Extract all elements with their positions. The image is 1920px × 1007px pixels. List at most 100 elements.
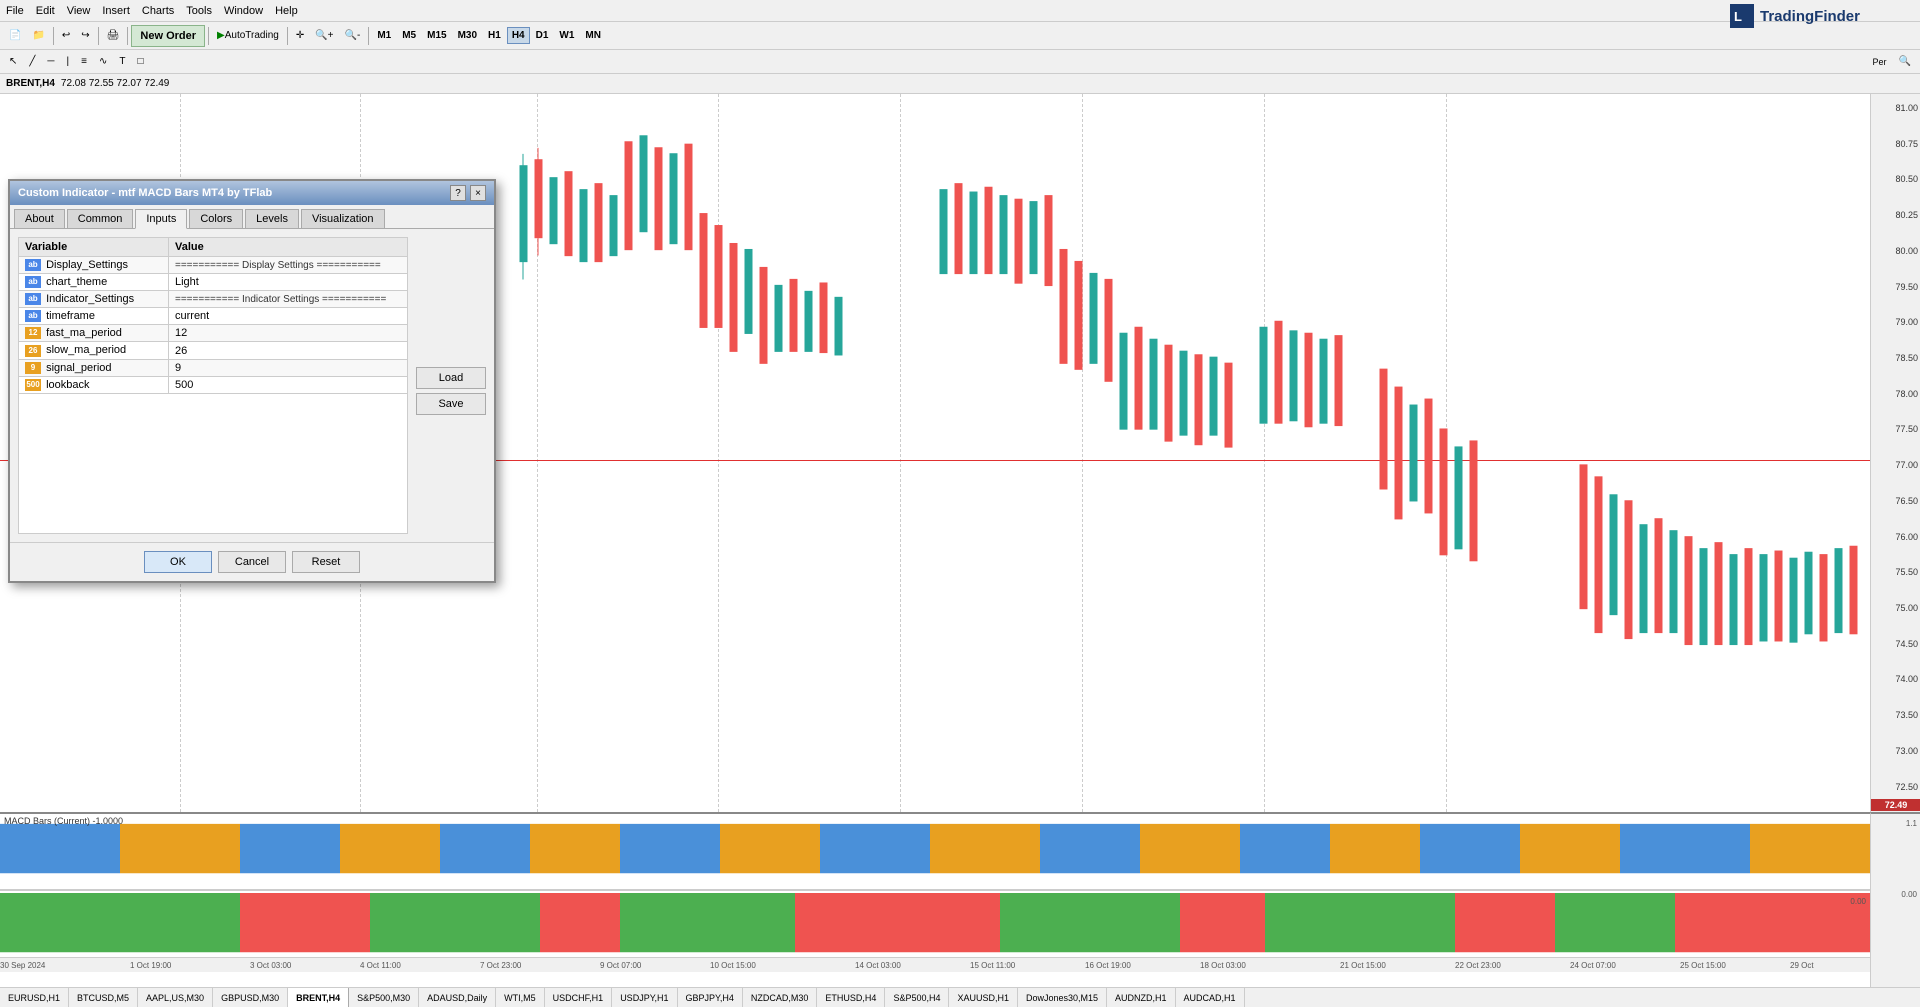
tab-sp500-m30[interactable]: S&P500,M30 <box>349 988 419 1007</box>
menu-window[interactable]: Window <box>224 5 263 17</box>
tab-eurusd[interactable]: EURUSD,H1 <box>0 988 69 1007</box>
var-fast-ma: 12 fast_ma_period <box>19 325 169 342</box>
tab-usdjpy[interactable]: USDJPY,H1 <box>612 988 677 1007</box>
tab-audnzd[interactable]: AUDNZD,H1 <box>1107 988 1176 1007</box>
tf-w1[interactable]: W1 <box>554 27 579 44</box>
var-signal: 9 signal_period <box>19 359 169 376</box>
macd-axis: 1.1 0.00 <box>1870 812 1920 972</box>
symbol-prices: 72.08 72.55 72.07 72.49 <box>61 78 169 89</box>
price-7650: 76.50 <box>1895 496 1918 506</box>
table-row[interactable]: 26 slow_ma_period 26 <box>19 342 408 359</box>
dialog-help-btn[interactable]: ? <box>450 185 466 201</box>
zoom-ctrl[interactable]: 🔍 <box>1894 51 1916 73</box>
tf-m15[interactable]: M15 <box>422 27 451 44</box>
val-signal[interactable]: 9 <box>169 359 408 376</box>
table-row[interactable]: ab timeframe current <box>19 308 408 325</box>
dialog-content: Variable Value ab Display_Settings =====… <box>10 229 494 542</box>
tab-btcusd[interactable]: BTCUSD,M5 <box>69 988 138 1007</box>
tab-wti[interactable]: WTI,M5 <box>496 988 545 1007</box>
load-button[interactable]: Load <box>416 367 486 389</box>
tab-audcad[interactable]: AUDCAD,H1 <box>1176 988 1245 1007</box>
table-row[interactable]: ab Indicator_Settings =========== Indica… <box>19 291 408 308</box>
zoom-out-btn[interactable]: 🔍- <box>340 25 366 47</box>
tab-sp500-h4[interactable]: S&P500,H4 <box>885 988 949 1007</box>
tab-common[interactable]: Common <box>67 209 134 228</box>
tab-ethusd[interactable]: ETHUSD,H4 <box>817 988 885 1007</box>
zoom-in-btn[interactable]: 🔍+ <box>310 25 338 47</box>
menu-help[interactable]: Help <box>275 5 298 17</box>
macd-zero-label: 0.00 <box>1820 897 1870 906</box>
text-tool[interactable]: T <box>114 51 130 73</box>
print-btn[interactable]: 🖨 <box>102 25 125 47</box>
tab-usdchf[interactable]: USDCHF,H1 <box>545 988 613 1007</box>
tf-m30[interactable]: M30 <box>453 27 482 44</box>
channel-tool[interactable]: ≡ <box>76 51 92 73</box>
menu-file[interactable]: File <box>6 5 24 17</box>
period-separator[interactable]: Per <box>1868 51 1892 73</box>
val-fast-ma[interactable]: 12 <box>169 325 408 342</box>
table-row[interactable]: ab chart_theme Light <box>19 274 408 291</box>
menu-charts[interactable]: Charts <box>142 5 174 17</box>
tf-m5[interactable]: M5 <box>397 27 421 44</box>
tab-nzdcad[interactable]: NZDCAD,M30 <box>743 988 818 1007</box>
reset-button[interactable]: Reset <box>292 551 360 573</box>
date-bar: 30 Sep 2024 1 Oct 19:00 3 Oct 03:00 4 Oc… <box>0 957 1870 972</box>
tab-gbpusd[interactable]: GBPUSD,M30 <box>213 988 288 1007</box>
arrow-tool[interactable]: ↖ <box>4 51 22 73</box>
fib-tool[interactable]: ∿ <box>94 51 112 73</box>
val-chart-theme[interactable]: Light <box>169 274 408 291</box>
val-lookback[interactable]: 500 <box>169 376 408 393</box>
price-7950: 79.50 <box>1895 282 1918 292</box>
redo-btn[interactable]: ↪ <box>76 25 94 47</box>
price-7800: 78.00 <box>1895 389 1918 399</box>
val-display-settings[interactable]: =========== Display Settings =========== <box>169 257 408 274</box>
save-button[interactable]: Save <box>416 393 486 415</box>
table-row[interactable]: 9 signal_period 9 <box>19 359 408 376</box>
tab-colors[interactable]: Colors <box>189 209 243 228</box>
val-timeframe[interactable]: current <box>169 308 408 325</box>
new-order-button[interactable]: New Order <box>131 25 205 47</box>
vline-tool[interactable]: | <box>62 51 75 73</box>
new-chart-btn[interactable]: 📄 <box>4 25 26 47</box>
tab-about[interactable]: About <box>14 209 65 228</box>
undo-btn[interactable]: ↩ <box>57 25 75 47</box>
date-13: 24 Oct 07:00 <box>1570 961 1616 970</box>
tab-adausd[interactable]: ADAUSD,Daily <box>419 988 496 1007</box>
menu-edit[interactable]: Edit <box>36 5 55 17</box>
ok-button[interactable]: OK <box>144 551 212 573</box>
tab-visualization[interactable]: Visualization <box>301 209 385 228</box>
val-indicator-settings[interactable]: =========== Indicator Settings =========… <box>169 291 408 308</box>
open-btn[interactable]: 📁 <box>27 25 49 47</box>
menu-insert[interactable]: Insert <box>102 5 130 17</box>
tab-aapl[interactable]: AAPL,US,M30 <box>138 988 213 1007</box>
table-row[interactable]: 12 fast_ma_period 12 <box>19 325 408 342</box>
val-slow-ma[interactable]: 26 <box>169 342 408 359</box>
var-indicator-settings: ab Indicator_Settings <box>19 291 169 308</box>
tab-dowjones[interactable]: DowJones30,M15 <box>1018 988 1107 1007</box>
table-row[interactable]: ab Display_Settings =========== Display … <box>19 257 408 274</box>
menu-tools[interactable]: Tools <box>186 5 212 17</box>
date-14: 25 Oct 15:00 <box>1680 961 1726 970</box>
tf-d1[interactable]: D1 <box>531 27 554 44</box>
dialog-close-btn[interactable]: × <box>470 185 486 201</box>
table-row[interactable]: 500 lookback 500 <box>19 376 408 393</box>
tf-h4[interactable]: H4 <box>507 27 530 44</box>
tab-inputs[interactable]: Inputs <box>135 209 187 229</box>
menu-bar: File Edit View Insert Charts Tools Windo… <box>0 0 1920 22</box>
cancel-button[interactable]: Cancel <box>218 551 286 573</box>
menu-view[interactable]: View <box>67 5 91 17</box>
tab-xauusd[interactable]: XAUUSD,H1 <box>949 988 1018 1007</box>
tf-mn[interactable]: MN <box>580 27 606 44</box>
hline-tool[interactable]: ─ <box>42 51 59 73</box>
tf-h1[interactable]: H1 <box>483 27 506 44</box>
autotrading-btn[interactable]: ▶ AutoTrading <box>212 25 284 47</box>
line-tool[interactable]: ╱ <box>24 51 40 73</box>
crosshair-btn[interactable]: ✛ <box>291 25 309 47</box>
type-icon-num: 9 <box>25 362 41 374</box>
tab-levels[interactable]: Levels <box>245 209 299 228</box>
tab-brent[interactable]: BRENT,H4 <box>288 988 349 1007</box>
tab-gbpjpy[interactable]: GBPJPY,H4 <box>678 988 743 1007</box>
col-variable: Variable <box>19 238 169 257</box>
tf-m1[interactable]: M1 <box>372 27 396 44</box>
rect-tool[interactable]: □ <box>132 51 148 73</box>
